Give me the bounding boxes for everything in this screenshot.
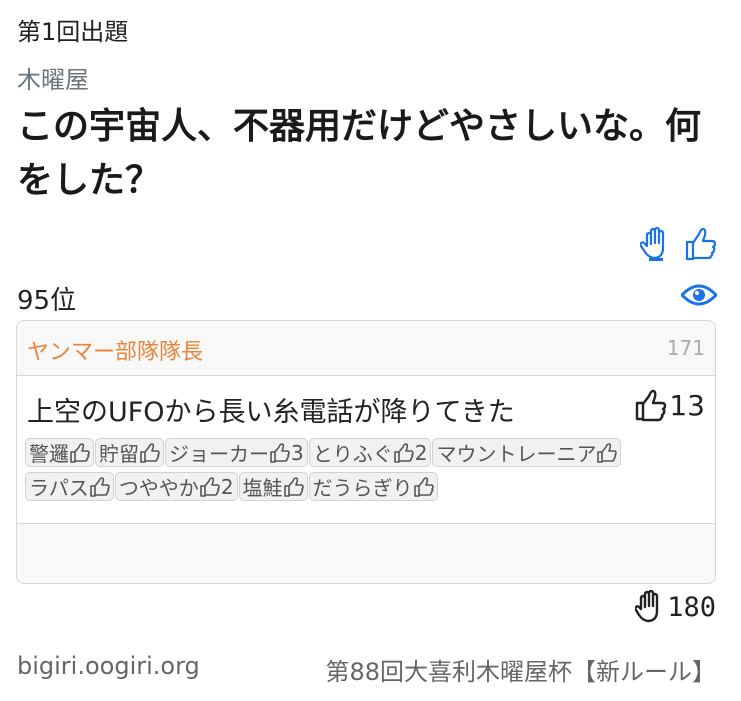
voter-count: 2 <box>414 440 428 465</box>
voter-name: とりふぐ <box>312 442 393 466</box>
voter-tag[interactable]: だうらぎり <box>308 472 438 501</box>
thumbs-up-icon <box>140 442 160 464</box>
voter-tag[interactable]: 警邏 <box>25 438 94 467</box>
answer-vote-number: 13 <box>669 388 705 422</box>
answer-card-body: 上空のUFOから長い糸電話が降りてきた 13 警邏 貯留 ジョーカー 3 とりふぐ 2 マウ… <box>17 376 715 524</box>
site-link[interactable]: bigiri.oogiri.org <box>17 652 200 680</box>
voter-tag[interactable]: 貯留 <box>95 438 164 467</box>
voter-name: ジョーカー <box>169 442 269 466</box>
thumbs-up-icon <box>393 442 414 464</box>
contest-name[interactable]: 第88回大喜利木曜屋杯【新ルール】 <box>325 652 716 687</box>
thumbs-up-icon[interactable] <box>684 226 717 262</box>
voter-name: つややか <box>118 476 199 500</box>
question-title: この宇宙人、不器用だけどやさしいな。何をした？ <box>17 106 702 201</box>
voter-tag[interactable]: ラパス <box>25 472 114 501</box>
total-count: 180 <box>635 590 716 624</box>
thumbs-up-icon <box>413 476 434 498</box>
voter-count: 3 <box>291 440 304 465</box>
host-name[interactable]: 木曜屋 <box>17 60 89 95</box>
round-label: 第1回出題 <box>17 18 129 46</box>
answer-card: ヤンマー部隊隊長 171 上空のUFOから長い糸電話が降りてきた 13 警邏 貯留… <box>16 320 716 584</box>
voter-count: 2 <box>220 474 234 499</box>
answer-card-header: ヤンマー部隊隊長 171 <box>17 321 715 376</box>
answer-text: 上空のUFOから長い糸電話が降りてきた <box>27 397 515 428</box>
thumbs-up-icon <box>200 476 220 498</box>
hand-raise-icon <box>635 590 659 623</box>
voter-name: ラパス <box>29 476 89 500</box>
total-count-number: 180 <box>667 591 716 623</box>
rank: 95位 <box>17 286 77 316</box>
voter-list: 警邏 貯留 ジョーカー 3 とりふぐ 2 マウントレーニアラパス つややか 2 塩鮭 だうらぎり <box>25 438 711 506</box>
voter-name: 警邏 <box>29 442 69 466</box>
voter-name: 塩鮭 <box>242 476 283 500</box>
voter-tag[interactable]: 塩鮭 <box>238 472 308 501</box>
thumbs-up-icon <box>90 476 110 498</box>
thumbs-up-icon <box>283 476 304 498</box>
thumbs-up-icon <box>270 442 290 464</box>
question-actions <box>639 226 717 262</box>
thumbs-up-icon <box>70 442 90 464</box>
voter-tag[interactable]: マウントレーニア <box>432 438 622 467</box>
hand-raise-icon[interactable] <box>639 226 672 262</box>
eye-icon[interactable] <box>679 281 719 309</box>
voter-name: 貯留 <box>99 442 139 466</box>
thumbs-up-icon <box>597 442 618 464</box>
thumbs-up-icon <box>636 389 667 422</box>
answer-vote-count[interactable]: 13 <box>635 388 705 422</box>
voter-tag[interactable]: つややか 2 <box>114 472 238 501</box>
answer-author-id: 171 <box>666 336 705 360</box>
voter-tag[interactable]: とりふぐ 2 <box>308 438 432 467</box>
voter-tag[interactable]: ジョーカー 3 <box>165 438 308 467</box>
answer-author[interactable]: ヤンマー部隊隊長 <box>27 334 203 366</box>
voter-name: マウントレーニア <box>436 442 597 466</box>
answer-card-footer <box>17 524 715 583</box>
voter-name: だうらぎり <box>312 476 413 500</box>
